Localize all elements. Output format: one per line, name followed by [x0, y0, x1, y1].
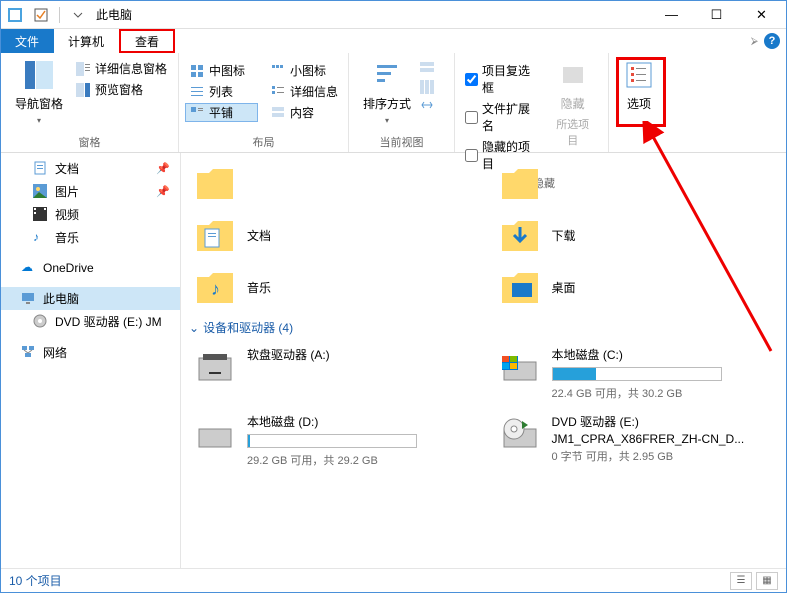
ribbon-group-show-hide: 项目复选框 文件扩展名 隐藏的项目 隐藏 所选项目 显示/隐藏	[455, 53, 609, 152]
nav-pane-button[interactable]: 导航窗格 ▾	[7, 55, 71, 129]
sidebar-item-this-pc[interactable]: 此电脑	[1, 287, 180, 310]
folder-music[interactable]: ♪ 音乐	[189, 263, 474, 311]
ribbon-group-current-view: 排序方式 ▾ 当前视图	[349, 53, 455, 152]
svg-text:♪: ♪	[211, 279, 220, 299]
view-icons-button[interactable]: ▦	[756, 572, 778, 590]
fit-column-icon[interactable]	[419, 97, 435, 113]
layout-content[interactable]: 内容	[266, 103, 342, 122]
ribbon: 导航窗格 ▾ 详细信息窗格 预览窗格 窗格 中图标 小图标 列表 详细信息 平铺…	[1, 53, 786, 153]
ribbon-tabs: 文件 计算机 查看 ⮚ ?	[1, 29, 786, 53]
drive-c-progress	[552, 367, 722, 381]
sidebar-item-network[interactable]: 网络	[1, 341, 180, 364]
layout-tiles[interactable]: 平铺	[185, 103, 258, 122]
status-text: 10 个项目	[9, 572, 62, 589]
folder-row-partial[interactable]	[494, 159, 779, 207]
content-area: 文档 下载 ♪ 音乐 桌面 ⌄ 设备和驱动器 (4) 软盘驱动器 (A:)	[181, 153, 786, 568]
sidebar-item-videos[interactable]: 视频	[1, 203, 180, 226]
drive-c[interactable]: 本地磁盘 (C:) 22.4 GB 可用，共 30.2 GB	[494, 342, 779, 405]
app-icon	[7, 7, 23, 23]
pin-icon: 📌	[156, 162, 170, 175]
tab-file[interactable]: 文件	[1, 29, 54, 53]
overflow-icon[interactable]	[70, 7, 86, 23]
ribbon-group-panes: 导航窗格 ▾ 详细信息窗格 预览窗格 窗格	[1, 53, 179, 152]
ribbon-collapse-icon[interactable]: ⮚	[751, 36, 758, 47]
sidebar-item-music[interactable]: ♪音乐	[1, 226, 180, 249]
window-controls: — ☐ ✕	[649, 1, 784, 29]
layout-medium-icons[interactable]: 中图标	[185, 61, 258, 80]
folder-downloads[interactable]: 下载	[494, 211, 779, 259]
checkbox-item-checkboxes[interactable]: 项目复选框	[461, 61, 543, 97]
drive-d-progress	[247, 434, 417, 448]
ribbon-group-label-panes: 窗格	[7, 132, 172, 152]
statusbar: 10 个项目 ☰ ▦	[1, 568, 786, 592]
ribbon-group-label-layout: 布局	[185, 132, 342, 152]
hide-selected-button: 隐藏 所选项目	[543, 55, 602, 152]
main: 文档📌 图片📌 视频 ♪音乐 ☁OneDrive 此电脑 DVD 驱动器 (E:…	[1, 153, 786, 568]
pin-icon: 📌	[156, 185, 170, 198]
sidebar-item-documents[interactable]: 文档📌	[1, 157, 180, 180]
ribbon-group-layout: 中图标 小图标 列表 详细信息 平铺 内容 布局	[179, 53, 349, 152]
sidebar-item-onedrive[interactable]: ☁OneDrive	[1, 257, 180, 279]
section-devices[interactable]: ⌄ 设备和驱动器 (4)	[189, 311, 778, 342]
checkbox-extensions[interactable]: 文件扩展名	[461, 99, 543, 135]
detail-pane-button[interactable]: 详细信息窗格	[71, 59, 171, 78]
ribbon-group-options: 选项	[609, 53, 669, 152]
separator	[59, 7, 60, 23]
maximize-button[interactable]: ☐	[694, 1, 739, 29]
tab-computer[interactable]: 计算机	[54, 29, 119, 53]
close-button[interactable]: ✕	[739, 1, 784, 29]
folder-row-partial[interactable]	[189, 159, 474, 207]
drive-floppy[interactable]: 软盘驱动器 (A:)	[189, 342, 474, 405]
tab-view[interactable]: 查看	[119, 29, 175, 53]
sidebar-item-pictures[interactable]: 图片📌	[1, 180, 180, 203]
sort-button[interactable]: 排序方式 ▾	[355, 55, 419, 129]
view-details-button[interactable]: ☰	[730, 572, 752, 590]
quick-access-toolbar	[3, 7, 90, 23]
qat-save-icon[interactable]	[33, 7, 49, 23]
chevron-down-icon: ⌄	[189, 321, 199, 335]
layout-list[interactable]: 列表	[185, 82, 258, 101]
drive-d[interactable]: 本地磁盘 (D:) 29.2 GB 可用，共 29.2 GB	[189, 409, 474, 472]
add-column-icon[interactable]	[419, 79, 435, 95]
sidebar: 文档📌 图片📌 视频 ♪音乐 ☁OneDrive 此电脑 DVD 驱动器 (E:…	[1, 153, 181, 568]
layout-details[interactable]: 详细信息	[266, 82, 342, 101]
minimize-button[interactable]: —	[649, 1, 694, 29]
layout-small-icons[interactable]: 小图标	[266, 61, 342, 80]
window-title: 此电脑	[96, 6, 649, 23]
preview-pane-button[interactable]: 预览窗格	[71, 80, 171, 99]
titlebar: 此电脑 — ☐ ✕	[1, 1, 786, 29]
nav-pane-label: 导航窗格	[15, 95, 63, 112]
help-icon[interactable]: ?	[764, 33, 780, 49]
folder-desktop[interactable]: 桌面	[494, 263, 779, 311]
group-by-icon[interactable]	[419, 61, 435, 77]
drive-dvd[interactable]: DVD 驱动器 (E:) JM1_CPRA_X86FRER_ZH-CN_D...…	[494, 409, 779, 472]
folder-documents[interactable]: 文档	[189, 211, 474, 259]
sidebar-item-dvd[interactable]: DVD 驱动器 (E:) JM	[1, 310, 180, 333]
ribbon-group-label-curview: 当前视图	[355, 132, 448, 152]
options-button[interactable]: 选项	[615, 55, 663, 116]
